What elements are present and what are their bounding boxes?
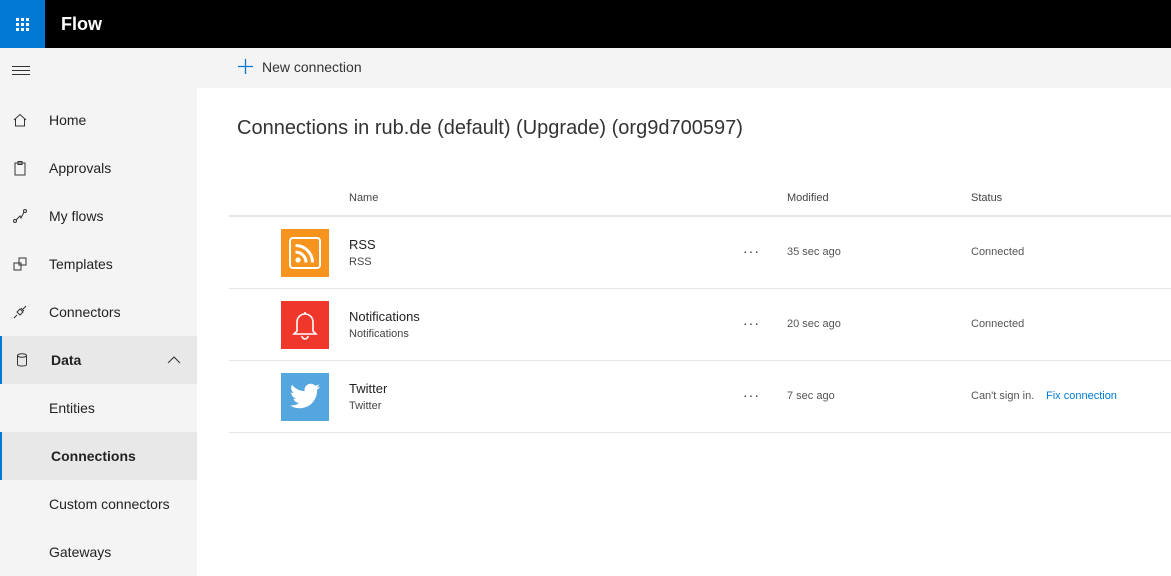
sidebar-item-label: Connections bbox=[51, 448, 136, 464]
plug-icon bbox=[13, 305, 27, 319]
more-options-icon[interactable]: ··· bbox=[743, 387, 760, 403]
waffle-icon bbox=[16, 17, 29, 31]
sidebar-item-my-flows[interactable]: My flows bbox=[0, 192, 197, 240]
status-text: Connected bbox=[971, 318, 1025, 330]
sidebar-item-custom-connectors[interactable]: Custom connectors bbox=[0, 480, 197, 528]
page-title: Connections in rub.de (default) (Upgrade… bbox=[237, 117, 743, 139]
new-connection-button[interactable]: New connection bbox=[237, 58, 362, 75]
modified-time: 35 sec ago bbox=[787, 246, 841, 258]
command-bar: New connection bbox=[197, 48, 1171, 88]
fix-connection-link[interactable]: Fix connection bbox=[1046, 390, 1117, 402]
sidebar-item-entities[interactable]: Entities bbox=[0, 384, 197, 432]
clipboard-icon bbox=[14, 161, 26, 176]
sidebar-item-templates[interactable]: Templates bbox=[0, 240, 197, 288]
connection-name[interactable]: Twitter bbox=[349, 381, 387, 396]
table-row[interactable]: RSS RSS ··· 35 sec ago Connected bbox=[229, 217, 1171, 289]
home-icon bbox=[13, 113, 27, 127]
more-options-icon[interactable]: ··· bbox=[743, 315, 760, 331]
connection-name[interactable]: RSS bbox=[349, 237, 376, 252]
connection-subtitle: Twitter bbox=[349, 400, 382, 412]
connection-subtitle: RSS bbox=[349, 256, 372, 268]
column-header-name[interactable]: Name bbox=[349, 192, 378, 204]
connection-subtitle: Notifications bbox=[349, 328, 409, 340]
sidebar-item-label: Custom connectors bbox=[49, 496, 170, 512]
app-title[interactable]: Flow bbox=[61, 14, 102, 35]
hamburger-menu-icon[interactable] bbox=[12, 66, 30, 78]
modified-time: 20 sec ago bbox=[787, 318, 841, 330]
table-row[interactable]: Twitter Twitter ··· 7 sec ago Can't sign… bbox=[229, 361, 1171, 433]
database-icon bbox=[17, 353, 27, 367]
modified-time: 7 sec ago bbox=[787, 390, 835, 402]
sidebar-item-data[interactable]: Data bbox=[0, 336, 197, 384]
sidebar-item-home[interactable]: Home bbox=[0, 96, 197, 144]
sidebar-item-connections[interactable]: Connections bbox=[0, 432, 197, 480]
bell-icon bbox=[281, 301, 329, 349]
sidebar-item-label: Connectors bbox=[49, 304, 121, 320]
status-text: Can't sign in. bbox=[971, 390, 1035, 402]
chevron-up-icon[interactable] bbox=[167, 356, 181, 364]
column-header-status[interactable]: Status bbox=[971, 192, 1002, 204]
twitter-bird-icon bbox=[281, 373, 329, 421]
status-text: Connected bbox=[971, 246, 1025, 258]
sidebar-item-label: Gateways bbox=[49, 544, 112, 560]
sidebar-item-label: Entities bbox=[49, 400, 95, 416]
sidebar-item-label: Data bbox=[51, 352, 82, 368]
more-options-icon[interactable]: ··· bbox=[743, 243, 760, 259]
rss-icon bbox=[281, 229, 329, 277]
top-bar: Flow bbox=[0, 0, 1171, 48]
sidebar-item-gateways[interactable]: Gateways bbox=[0, 528, 197, 576]
sidebar-item-label: Templates bbox=[49, 256, 113, 272]
sidebar-item-label: My flows bbox=[49, 208, 104, 224]
sidebar-item-approvals[interactable]: Approvals bbox=[0, 144, 197, 192]
column-header-modified[interactable]: Modified bbox=[787, 192, 829, 204]
table-row[interactable]: Notifications Notifications ··· 20 sec a… bbox=[229, 289, 1171, 361]
templates-icon bbox=[13, 257, 27, 271]
sidebar-item-connectors[interactable]: Connectors bbox=[0, 288, 197, 336]
app-launcher-button[interactable] bbox=[0, 0, 45, 48]
plus-icon bbox=[238, 59, 253, 74]
flow-icon bbox=[13, 209, 27, 223]
sidebar-item-label: Approvals bbox=[49, 160, 112, 176]
new-connection-label: New connection bbox=[262, 58, 362, 75]
connection-name[interactable]: Notifications bbox=[349, 309, 420, 324]
sidebar-item-label: Home bbox=[49, 112, 87, 128]
sidebar: Home Approvals My flows Templates Connec… bbox=[0, 48, 197, 576]
